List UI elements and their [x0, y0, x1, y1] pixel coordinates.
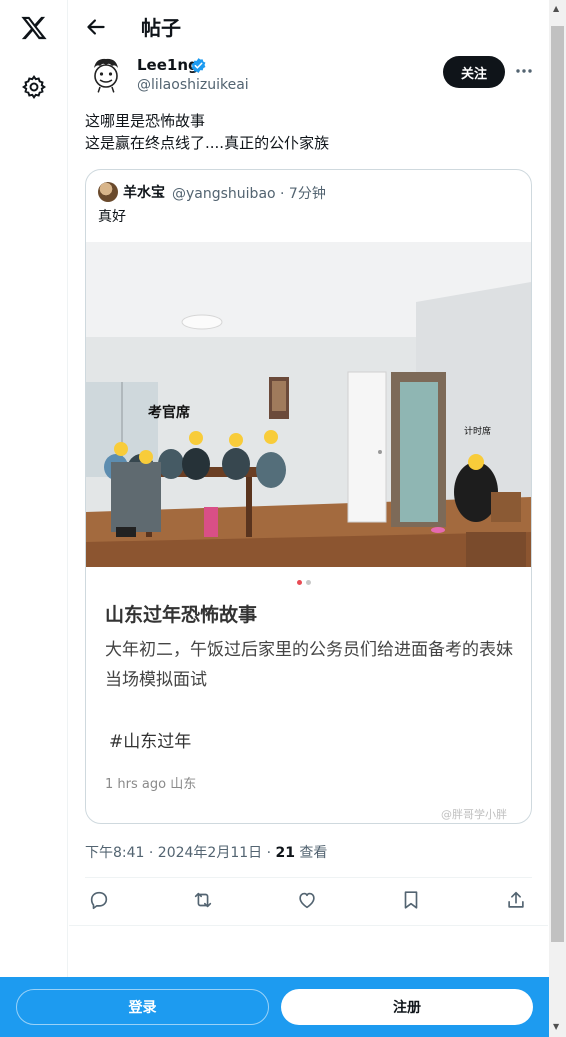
quote-text: 真好 [98, 209, 126, 225]
carousel-dot [306, 580, 311, 585]
scroll-down-icon[interactable]: ▼ [553, 1022, 559, 1031]
page-title: 帖子 [141, 16, 181, 40]
quote-meta: @yangshuibao · 7分钟 [172, 186, 326, 202]
examiner-seat-label: 考官席 [148, 404, 190, 420]
back-arrow-icon[interactable] [83, 14, 109, 40]
retweet-icon[interactable] [192, 889, 216, 913]
timer-seat-label: 计时席 [464, 425, 491, 436]
avatar[interactable] [86, 54, 126, 94]
divider [85, 877, 532, 878]
scroll-up-icon[interactable]: ▲ [553, 4, 559, 13]
scrollbar-thumb[interactable] [551, 26, 564, 942]
like-icon[interactable] [296, 889, 320, 913]
main-column: 帖子 Lee1ng @lilaoshizuikeai 关注 这哪里是恐怖故事 这… [69, 0, 548, 1037]
gear-icon[interactable] [21, 74, 47, 100]
follow-button[interactable]: 关注 [443, 56, 505, 88]
author-handle[interactable]: @lilaoshizuikeai [137, 77, 249, 93]
carousel-dot-active [297, 580, 302, 585]
x-logo-icon[interactable] [18, 12, 50, 44]
watermark: @胖哥学小胖 [441, 808, 507, 821]
card-time: 1 hrs ago 山东 [105, 777, 197, 792]
card-title: 山东过年恐怖故事 [105, 604, 258, 626]
login-button[interactable]: 登录 [16, 989, 269, 1025]
divider [69, 925, 548, 926]
signup-button[interactable]: 注册 [281, 989, 533, 1025]
card-hashtag: #山东过年 [109, 732, 192, 752]
card-body: 大年初二，午饭过后家里的公务员们给进面备考的表妹当场模拟面试 [105, 640, 513, 690]
bottom-signup-bar: 登录 注册 [0, 977, 549, 1037]
quote-photo[interactable]: 考官席 计时席 [86, 242, 531, 567]
timestamp-text[interactable]: 下午8:41 · 2024年2月11日 · [85, 845, 276, 861]
quote-author-name[interactable]: 羊水宝 [123, 182, 165, 202]
header: 帖子 [69, 0, 548, 54]
bookmark-icon[interactable] [400, 889, 424, 913]
share-icon[interactable] [505, 889, 529, 913]
quote-avatar[interactable] [98, 182, 118, 202]
scrollbar[interactable]: ▲ ▼ [549, 0, 566, 1037]
reply-icon[interactable] [88, 889, 112, 913]
more-icon[interactable] [513, 60, 535, 82]
verified-icon [190, 57, 207, 74]
views-count: 21 [275, 845, 295, 861]
post-text: 这哪里是恐怖故事 这是赢在终点线了....真正的公仆家族 [85, 110, 329, 154]
post-text-line: 这哪里是恐怖故事 [85, 112, 206, 130]
post-timestamp: 下午8:41 · 2024年2月11日 · 21 查看 [85, 842, 327, 862]
views-label: 查看 [294, 845, 328, 861]
left-rail [0, 0, 68, 1037]
carousel-dots [297, 580, 311, 585]
quoted-post[interactable]: 羊水宝 @yangshuibao · 7分钟 真好 考官席 计时席 山东过年恐怖… [85, 169, 532, 824]
post-text-line: 这是赢在终点线了....真正的公仆家族 [85, 134, 330, 152]
